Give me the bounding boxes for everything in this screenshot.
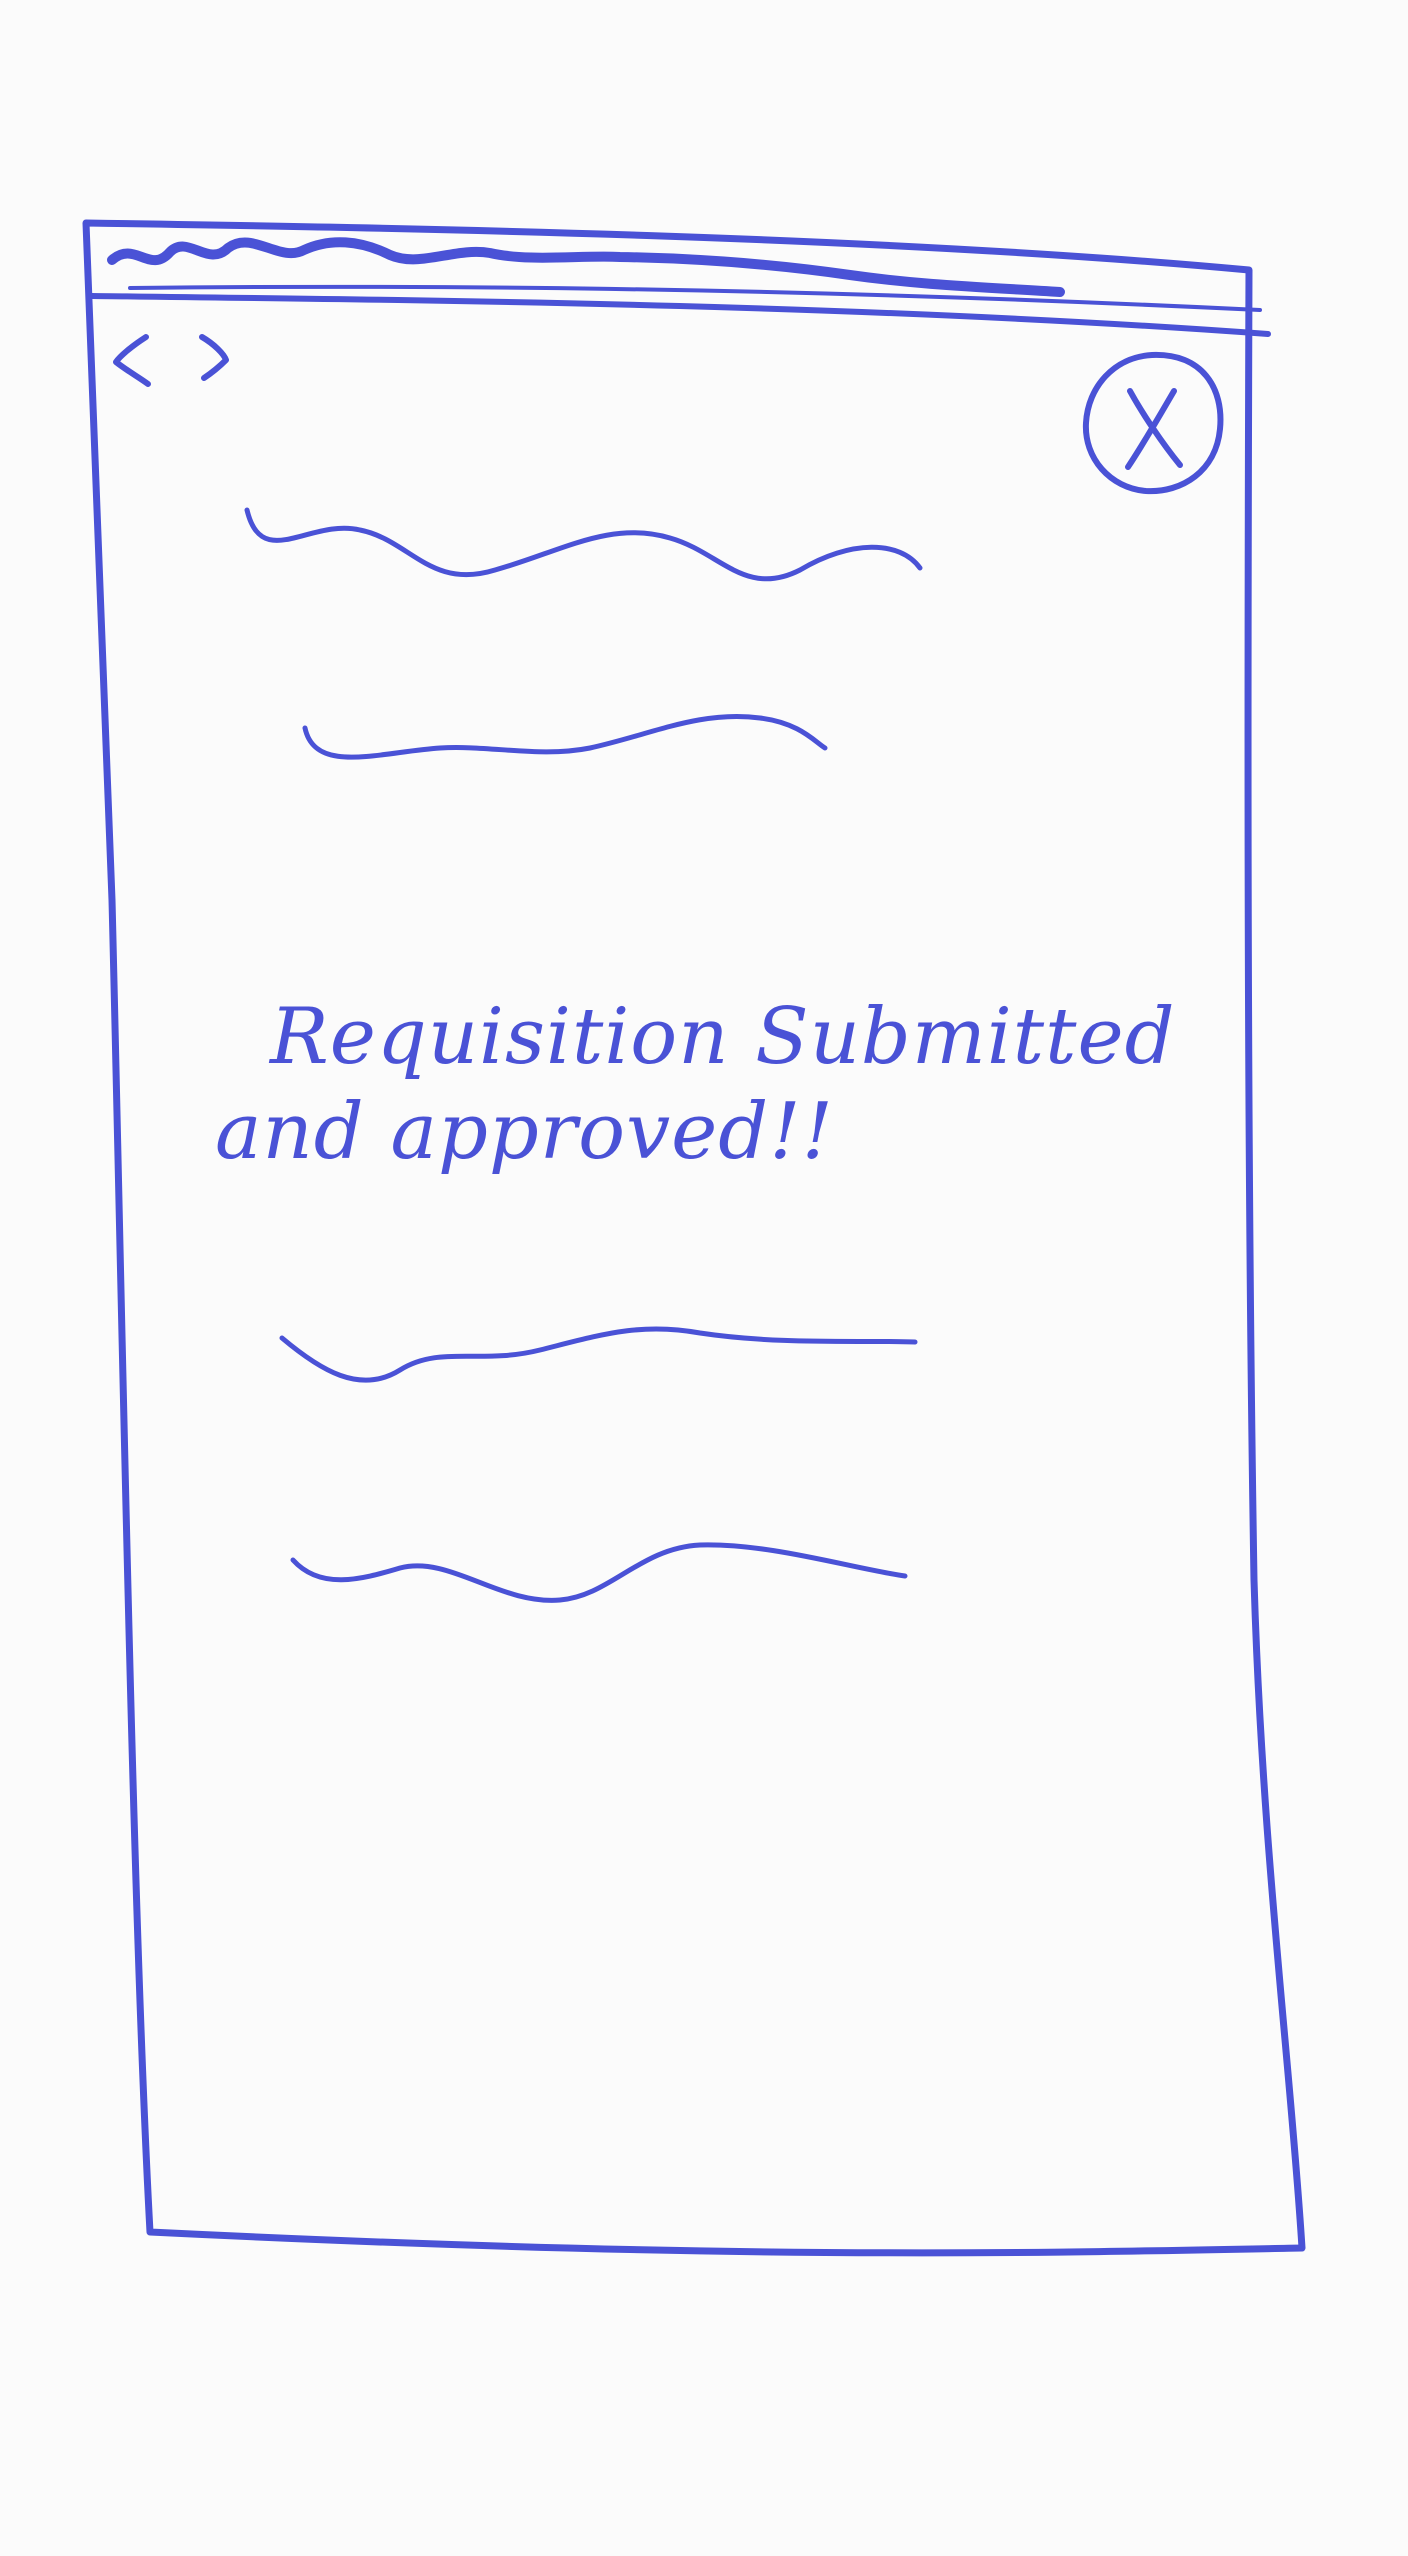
confirmation-message: Requisition Submitted and approved!! <box>215 990 1205 1180</box>
navigation-arrows <box>113 334 229 387</box>
placeholder-line-1 <box>244 507 923 582</box>
close-button[interactable] <box>1072 343 1232 503</box>
placeholder-line-3 <box>279 1326 918 1383</box>
placeholder-line-2 <box>302 713 828 760</box>
placeholder-line-4 <box>290 1542 908 1603</box>
confirmation-message-line-1: Requisition Submitted <box>270 992 1176 1082</box>
confirmation-message-line-2: and approved!! <box>215 1087 834 1178</box>
close-circle-icon <box>1082 351 1224 495</box>
chevron-left-icon[interactable] <box>113 334 151 387</box>
window-frame <box>82 219 1306 2257</box>
chevron-right-icon[interactable] <box>199 334 229 381</box>
